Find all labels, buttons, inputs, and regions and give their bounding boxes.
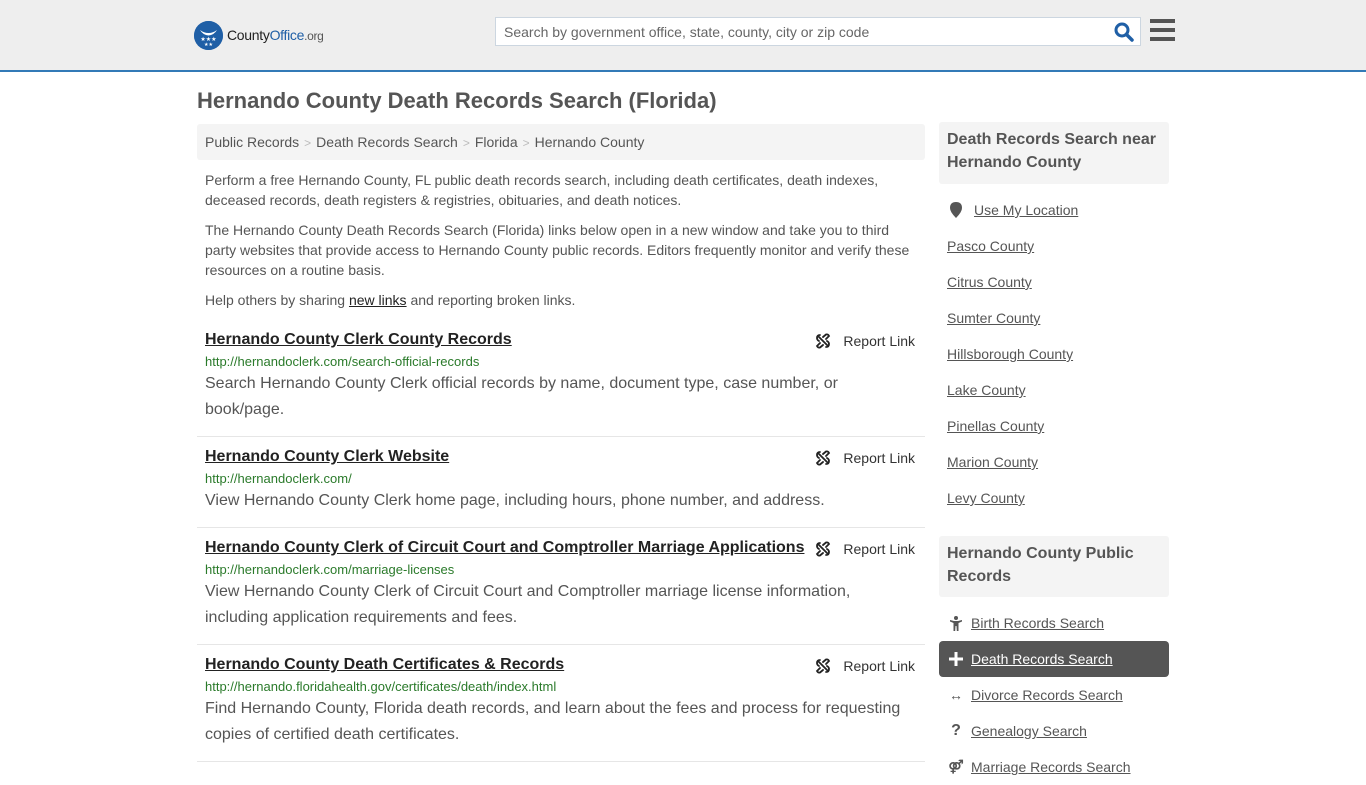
nearby-county-link[interactable]: Sumter County xyxy=(947,310,1040,326)
sidebar-item-death-records[interactable]: Death Records Search xyxy=(939,641,1169,677)
search-button[interactable] xyxy=(1114,22,1134,42)
logo-text: CountyOffice.org xyxy=(227,27,324,43)
intro-text: and reporting broken links. xyxy=(406,292,576,308)
result-url: http://hernandoclerk.com/marriage-licens… xyxy=(205,562,455,577)
intro-text: Help others by sharing xyxy=(205,292,349,308)
nearby-county-link[interactable]: Pasco County xyxy=(947,238,1034,254)
new-links-link[interactable]: new links xyxy=(349,292,407,308)
breadcrumb-separator: > xyxy=(304,136,312,150)
report-link-label: Report Link xyxy=(843,658,915,674)
result-item: Hernando County Clerk County Records Rep… xyxy=(197,329,925,437)
site-header: ★★★ ★★ CountyOffice.org xyxy=(0,0,1366,72)
marriage-symbol-icon: ⚤ xyxy=(948,759,964,774)
result-item: Hernando County Clerk of Circuit Court a… xyxy=(197,537,925,645)
broken-link-icon xyxy=(816,541,831,557)
breadcrumb-death-records-search[interactable]: Death Records Search xyxy=(316,134,458,150)
search-input[interactable] xyxy=(496,18,1106,45)
result-title-link[interactable]: Hernando County Clerk of Circuit Court a… xyxy=(205,537,804,559)
sidebar-item-label: Divorce Records Search xyxy=(971,687,1123,703)
svg-text:★★: ★★ xyxy=(204,42,213,48)
result-title-link[interactable]: Hernando County Clerk Website xyxy=(205,446,449,468)
nearby-county-link[interactable]: Citrus County xyxy=(947,274,1032,290)
use-my-location-label: Use My Location xyxy=(974,202,1079,218)
search-icon xyxy=(1114,22,1134,42)
result-item: Hernando County Clerk Website Report Lin… xyxy=(197,446,925,528)
broken-link-icon xyxy=(816,658,831,674)
nearby-county-link[interactable]: Pinellas County xyxy=(947,418,1044,434)
use-my-location-link[interactable]: Use My Location xyxy=(947,202,1078,218)
sidebar-item-genealogy[interactable]: ? Genealogy Search xyxy=(939,713,1169,749)
result-description: View Hernando County Clerk of Circuit Co… xyxy=(205,583,851,626)
broken-link-icon xyxy=(816,450,831,466)
result-description: Search Hernando County Clerk official re… xyxy=(205,375,838,418)
breadcrumb-public-records[interactable]: Public Records xyxy=(205,134,299,150)
report-link-button[interactable]: Report Link xyxy=(815,658,915,674)
sidebar-item-birth-records[interactable]: Birth Records Search xyxy=(939,605,1169,641)
result-description: Find Hernando County, Florida death reco… xyxy=(205,700,901,743)
logo-eagle-icon: ★★★ ★★ xyxy=(194,20,223,50)
sidebar-item-label: Birth Records Search xyxy=(971,615,1105,631)
result-url: http://hernandoclerk.com/ xyxy=(205,471,352,486)
child-icon xyxy=(947,615,965,631)
hamburger-bar xyxy=(1150,28,1175,32)
report-link-button[interactable]: Report Link xyxy=(815,333,915,349)
result-title-link[interactable]: Hernando County Death Certificates & Rec… xyxy=(205,654,564,676)
result-title-link[interactable]: Hernando County Clerk County Records xyxy=(205,329,512,351)
report-link-button[interactable]: Report Link xyxy=(815,541,915,557)
intro-paragraph-3: Help others by sharing new links and rep… xyxy=(205,290,920,310)
breadcrumb-separator: > xyxy=(522,136,530,150)
result-description: View Hernando County Clerk home page, in… xyxy=(205,492,825,509)
breadcrumb-separator: > xyxy=(462,136,470,150)
nearby-county-link[interactable]: Hillsborough County xyxy=(947,346,1073,362)
question-icon: ? xyxy=(951,722,961,739)
nearby-county-link[interactable]: Marion County xyxy=(947,454,1038,470)
intro-paragraph-1: Perform a free Hernando County, FL publi… xyxy=(205,172,879,208)
breadcrumb: Public Records > Death Records Search > Flor… xyxy=(197,124,925,160)
hamburger-bar xyxy=(1150,37,1175,41)
nearby-county-link[interactable]: Levy County xyxy=(947,490,1025,506)
report-link-button[interactable]: Report Link xyxy=(815,450,915,466)
result-url: http://hernando.floridahealth.gov/certif… xyxy=(205,679,557,694)
sidebar-item-divorce-records[interactable]: ↔ Divorce Records Search xyxy=(939,677,1169,713)
plus-icon xyxy=(947,652,965,666)
public-records-heading: Hernando County Public Records xyxy=(939,536,1169,597)
nearby-county-link[interactable]: Lake County xyxy=(947,382,1026,398)
search-box xyxy=(495,17,1141,46)
sidebar-item-label: Genealogy Search xyxy=(971,723,1087,739)
result-item: Hernando County Death Certificates & Rec… xyxy=(197,654,925,762)
hamburger-menu-icon xyxy=(1150,19,1175,23)
sidebar-item-label: Marriage Records Search xyxy=(971,759,1131,775)
hamburger-menu-button[interactable] xyxy=(1150,19,1175,41)
intro-paragraph-2: The Hernando County Death Records Search… xyxy=(205,222,910,278)
map-marker-icon xyxy=(950,202,962,218)
report-link-label: Report Link xyxy=(843,541,915,557)
report-link-label: Report Link xyxy=(843,333,915,349)
result-url: http://hernandoclerk.com/search-official… xyxy=(205,354,480,369)
arrows-horizontal-icon: ↔ xyxy=(949,687,963,703)
nearby-heading: Death Records Search near Hernando Count… xyxy=(939,122,1169,184)
page-title: Hernando County Death Records Search (Fl… xyxy=(197,88,717,113)
sidebar-item-marriage-records[interactable]: ⚤ Marriage Records Search xyxy=(939,749,1169,785)
sidebar-item-label: Death Records Search xyxy=(971,651,1113,667)
report-link-label: Report Link xyxy=(843,450,915,466)
breadcrumb-hernando-county[interactable]: Hernando County xyxy=(535,134,645,150)
site-logo[interactable]: ★★★ ★★ CountyOffice.org xyxy=(194,20,324,50)
breadcrumb-florida[interactable]: Florida xyxy=(475,134,518,150)
broken-link-icon xyxy=(816,333,831,349)
